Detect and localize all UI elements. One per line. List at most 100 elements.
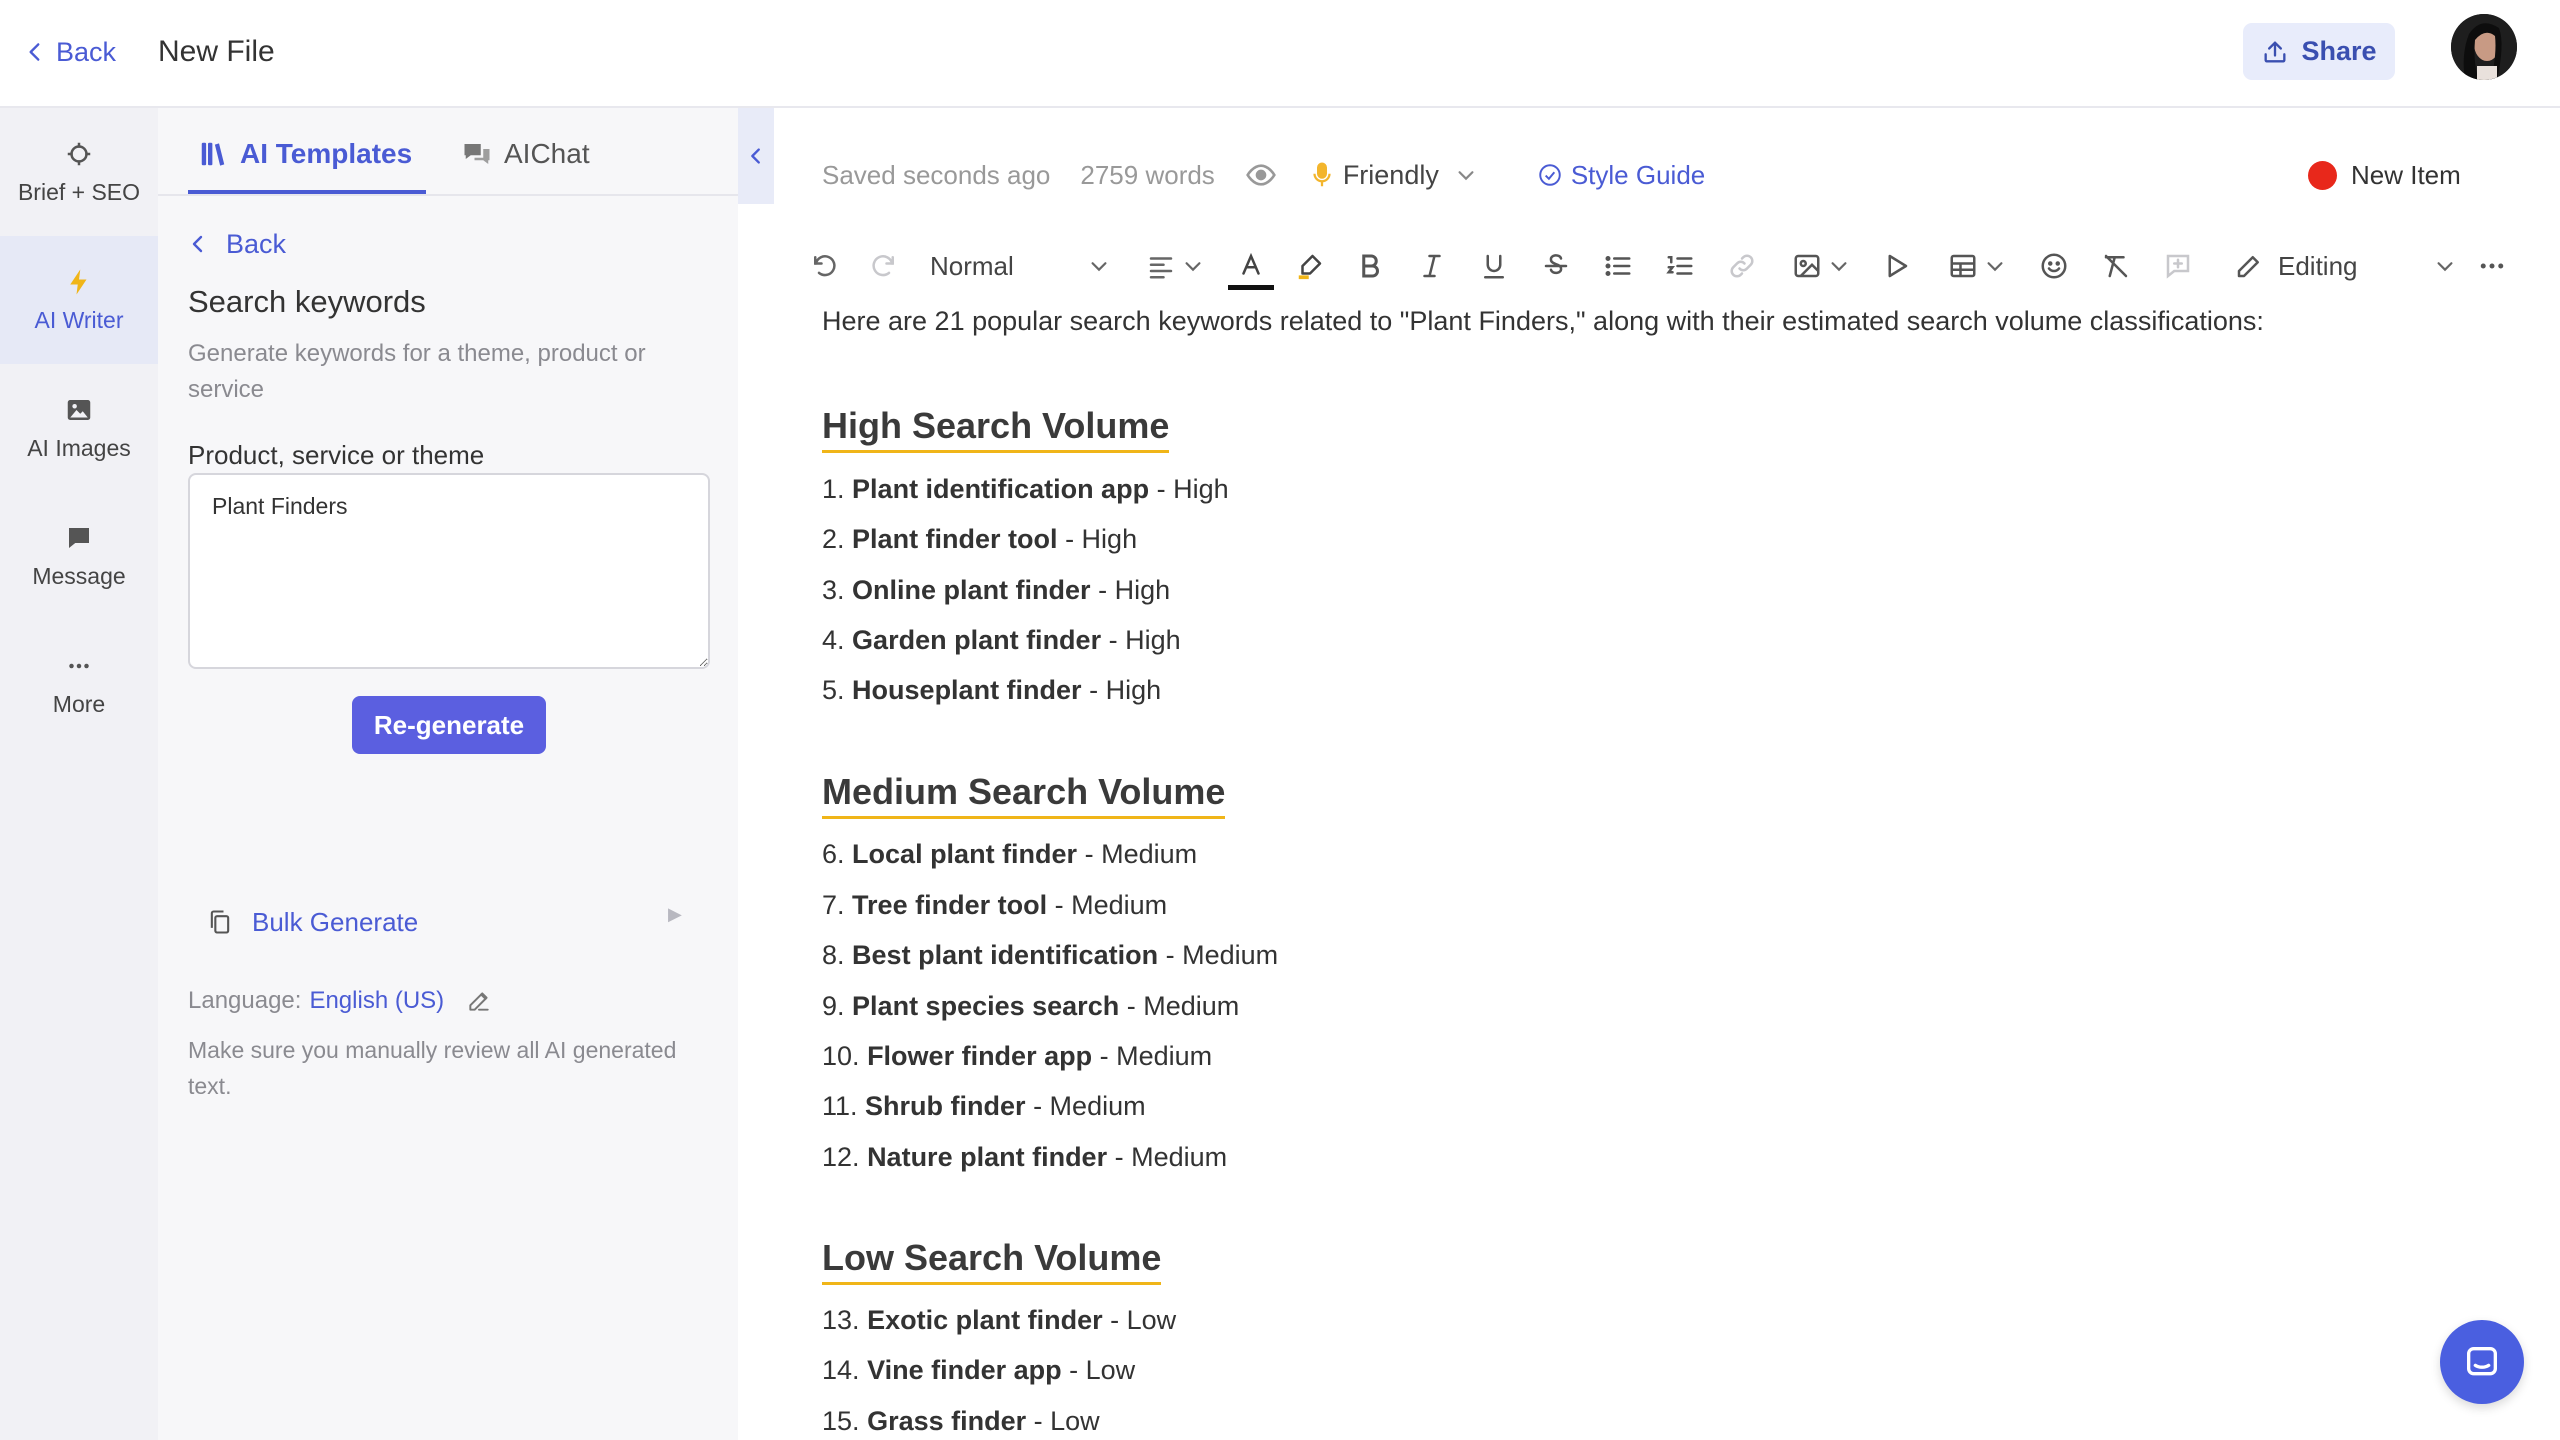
editing-mode-dropdown[interactable]: Editing (2234, 244, 2464, 288)
undo-button[interactable] (806, 244, 842, 288)
section-heading: High Search Volume (822, 404, 1170, 453)
new-item-button[interactable]: New Item (2308, 155, 2461, 195)
insert-table-dropdown[interactable] (1942, 244, 2012, 288)
list-item: 15. Grass finder - Low (822, 1406, 1100, 1436)
back-label: Back (56, 36, 117, 67)
panel-tabs: AI Templates AIChat (158, 108, 738, 196)
tab-aichat[interactable]: AIChat (462, 134, 590, 174)
back-button[interactable]: Back (22, 32, 116, 72)
expand-triangle-icon[interactable]: ▶ (668, 904, 682, 925)
eye-icon[interactable] (1245, 159, 1277, 191)
bold-button[interactable] (1352, 244, 1388, 288)
rail-item-message[interactable]: Message (0, 492, 158, 620)
language-label: Language: (188, 987, 302, 1014)
file-title[interactable]: New File (158, 32, 275, 72)
rail-item-ai-writer[interactable]: AI Writer (0, 236, 158, 364)
active-tab-indicator (188, 190, 426, 194)
chat-icon (2467, 1347, 2497, 1376)
align-dropdown[interactable] (1140, 244, 1210, 288)
tab-ai-templates[interactable]: AI Templates (198, 134, 412, 174)
list-item: 12. Nature plant finder - Medium (822, 1142, 1228, 1172)
new-item-label: New Item (2351, 159, 2461, 190)
smiley-icon (2041, 253, 2067, 279)
highlighter-icon (1298, 254, 1322, 280)
tab-label: AIChat (504, 138, 590, 169)
emoji-button[interactable] (2036, 244, 2072, 288)
microphone-icon (1313, 162, 1331, 187)
lightning-icon (70, 269, 87, 294)
add-comment-button[interactable] (2160, 244, 2196, 288)
collapse-panel-button[interactable] (738, 108, 774, 204)
chevron-down-icon (1185, 262, 1201, 272)
text-color-button[interactable] (1228, 244, 1274, 290)
regenerate-button[interactable]: Re-generate (352, 696, 546, 754)
underline-icon (1484, 254, 1504, 279)
numbered-list-button[interactable] (1662, 244, 1698, 288)
comment-add-icon (2166, 254, 2190, 279)
word-count: 2759 words (1080, 159, 1215, 190)
insert-image-dropdown[interactable] (1786, 244, 1856, 288)
tone-dropdown[interactable]: Friendly (1311, 160, 1477, 191)
play-icon (1888, 254, 1908, 278)
rail-item-brief-seo[interactable]: Brief + SEO (0, 108, 158, 236)
image-icon (67, 399, 91, 420)
clear-format-button[interactable] (2098, 244, 2134, 288)
link-icon (1730, 254, 1754, 278)
rail-label: Brief + SEO (17, 178, 141, 205)
field-label: Product, service or theme (188, 440, 485, 470)
chevron-left-icon (192, 235, 203, 253)
share-button[interactable]: Share (2243, 23, 2395, 80)
language-row: Language: English (US) (188, 984, 492, 1018)
rail-item-more[interactable]: More (0, 620, 158, 748)
style-guide-link[interactable]: Style Guide (1537, 160, 1705, 191)
more-dots-icon (69, 663, 89, 668)
edit-icon[interactable] (466, 988, 492, 1014)
bold-icon (1362, 254, 1379, 278)
chevron-down-icon (1987, 262, 2003, 272)
numbered-list-icon (1666, 256, 1693, 275)
language-value[interactable]: English (US) (309, 987, 444, 1015)
saved-status: Saved seconds ago (822, 159, 1051, 190)
insert-video-button[interactable] (1878, 244, 1914, 288)
chevron-left-icon (29, 43, 40, 61)
rail-label: More (52, 690, 106, 717)
list-item: 4. Garden plant finder - High (822, 625, 1181, 655)
bulk-generate-link[interactable]: Bulk Generate (206, 902, 706, 942)
formatting-toolbar: Normal Editing (806, 244, 2506, 290)
bullet-list-button[interactable] (1600, 244, 1636, 288)
support-chat-button[interactable] (2440, 1320, 2524, 1404)
list-item: 6. Local plant finder - Medium (822, 839, 1198, 869)
redo-button[interactable] (866, 244, 902, 288)
style-guide-label: Style Guide (1570, 159, 1706, 190)
highlight-button[interactable] (1290, 244, 1330, 288)
panel-back-button[interactable]: Back (186, 224, 286, 264)
italic-button[interactable] (1414, 244, 1450, 288)
list-item: 8. Best plant identification - Medium (822, 940, 1279, 970)
books-icon (201, 142, 225, 166)
avatar[interactable] (2451, 14, 2517, 80)
section-heading: Medium Search Volume (822, 770, 1226, 819)
product-theme-input[interactable]: Plant Finders (188, 473, 710, 669)
underline-button[interactable] (1476, 244, 1512, 288)
strikethrough-button[interactable] (1538, 244, 1574, 288)
rail-label: Message (32, 562, 126, 589)
chevron-down-icon (2436, 262, 2453, 272)
check-circle-icon (1539, 164, 1561, 186)
paragraph-style-select[interactable]: Normal (930, 244, 1110, 288)
bullet-list-icon (1605, 256, 1631, 276)
list-item: 2. Plant finder tool - High (822, 524, 1138, 554)
chevron-down-icon (1458, 171, 1474, 181)
chat-bubble-icon (69, 527, 89, 548)
link-button[interactable] (1724, 244, 1760, 288)
review-note: Make sure you manually review all AI gen… (188, 1037, 677, 1099)
more-options-button[interactable] (2474, 244, 2510, 288)
redo-icon (872, 255, 894, 277)
list-item: 1. Plant identification app - High (822, 474, 1229, 504)
text-color-icon (1242, 252, 1260, 275)
rail-item-ai-images[interactable]: AI Images (0, 364, 158, 492)
paragraph-style-value: Normal (930, 250, 1014, 281)
chat-bubbles-icon (464, 144, 490, 164)
chevron-down-icon (1091, 262, 1107, 272)
upload-icon (2264, 41, 2286, 62)
align-left-icon (1149, 257, 1173, 279)
